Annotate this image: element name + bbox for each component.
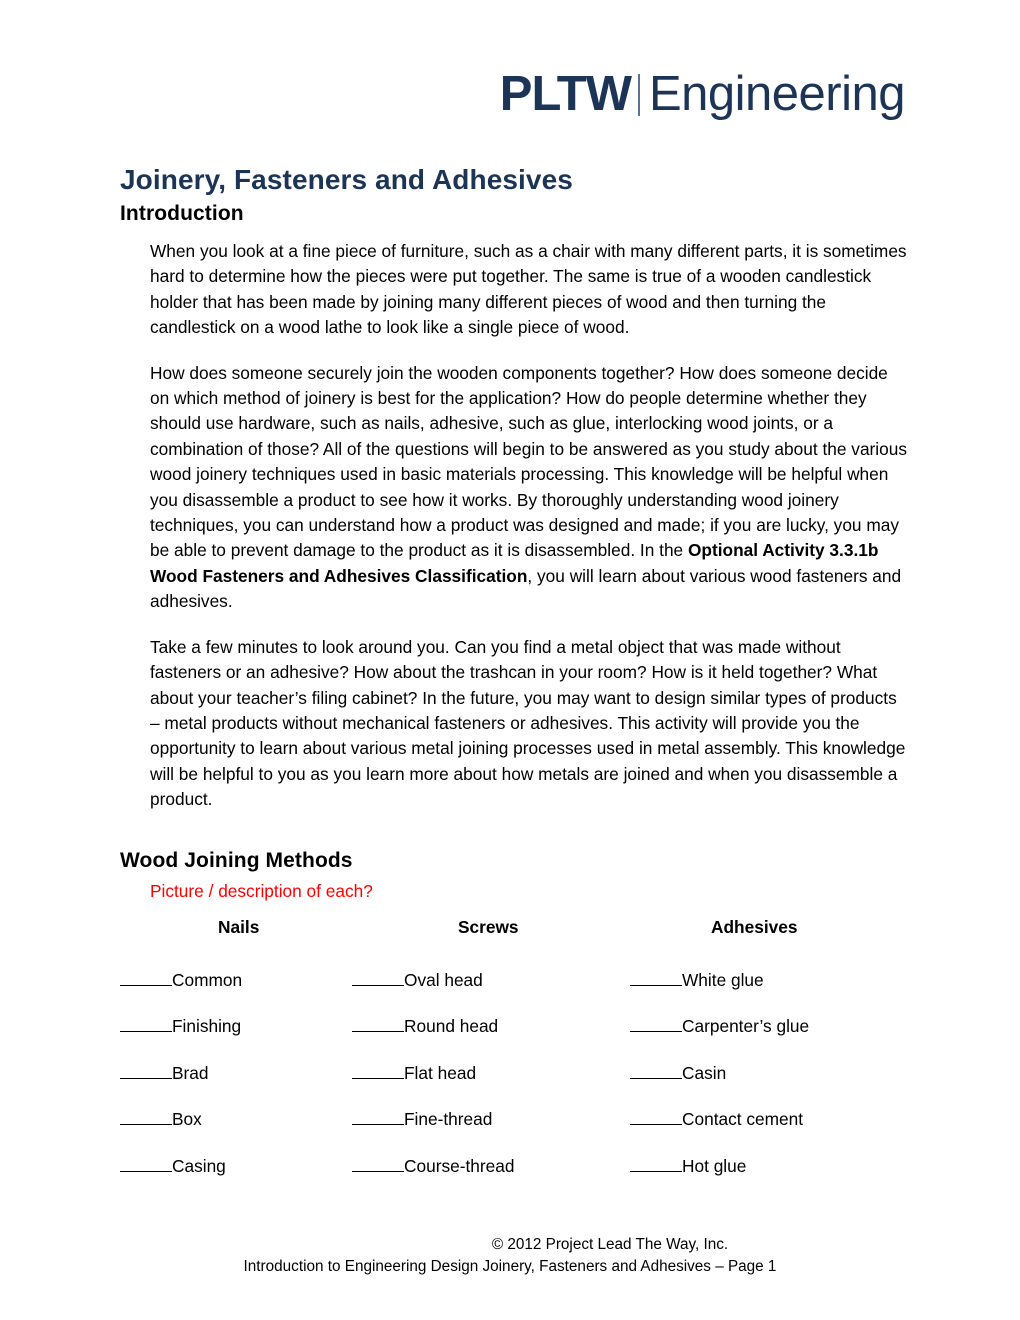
logo-divider (637, 73, 640, 116)
intro-paragraph-3: Take a few minutes to look around you. C… (150, 636, 906, 810)
answer-blank[interactable] (120, 1109, 172, 1126)
list-item[interactable]: Brad (120, 1062, 209, 1084)
list-item[interactable]: Finishing (120, 1015, 241, 1037)
answer-blank[interactable] (120, 970, 172, 986)
column-header-adhesives: Adhesives (711, 916, 798, 937)
list-item-label: Round head (404, 1016, 499, 1037)
list-item-label: Flat head (404, 1062, 477, 1083)
answer-blank[interactable] (630, 970, 682, 986)
list-item[interactable]: Fine-thread (352, 1108, 492, 1130)
table-row: Box Fine-thread Contact cement (120, 1108, 910, 1155)
answer-blank[interactable] (120, 1156, 172, 1172)
list-item-label: Hot glue (682, 1155, 747, 1176)
wood-joining-note: Picture / description of each? (150, 880, 373, 901)
intro-paragraph-2: How does someone securely join the woode… (120, 361, 910, 615)
answer-blank[interactable] (352, 1156, 404, 1172)
column-header-nails: Nails (218, 916, 260, 937)
column-header-screws: Screws (458, 916, 519, 937)
list-item-label: Casing (172, 1155, 226, 1176)
list-item[interactable]: Course-thread (352, 1155, 514, 1177)
list-item[interactable]: Oval head (352, 969, 483, 991)
intro-paragraph-1: When you look at a fine piece of furnitu… (150, 241, 907, 338)
list-item[interactable]: Round head (352, 1015, 498, 1037)
list-item[interactable]: Hot glue (630, 1155, 746, 1177)
list-item-label: Box (172, 1109, 202, 1130)
page-title: Joinery, Fasteners and Adhesives (120, 163, 573, 195)
section-heading-wood-joining-methods: Wood Joining Methods (120, 848, 353, 872)
answer-blank[interactable] (630, 1109, 682, 1126)
answer-blank[interactable] (630, 1063, 682, 1079)
document-body: Introduction When you look at a fine pie… (120, 202, 910, 1201)
list-item[interactable]: Contact cement (630, 1108, 803, 1130)
table-row: Finishing Round head Carpenter’s glue (120, 1015, 910, 1062)
table-row: Brad Flat head Casin (120, 1062, 910, 1109)
list-item-label: Finishing (172, 1016, 242, 1037)
fastener-column-headers: Nails Screws Adhesives (120, 917, 910, 947)
footer-copyright: © 2012 Project Lead The Way, Inc. (491, 1236, 729, 1253)
table-row: Common Oval head White glue (120, 969, 910, 1016)
logo-pltw-text: PLTW (499, 67, 632, 121)
answer-blank[interactable] (120, 1063, 172, 1079)
list-item-label: Course-thread (404, 1155, 515, 1176)
answer-blank[interactable] (352, 1016, 404, 1033)
list-item[interactable]: Casin (630, 1062, 726, 1084)
list-item[interactable]: Box (120, 1108, 202, 1130)
answer-blank[interactable] (120, 1016, 172, 1033)
list-item-label: White glue (682, 969, 764, 990)
list-item-label: Oval head (404, 969, 483, 990)
answer-blank[interactable] (352, 1063, 404, 1079)
fastener-list-grid: Common Oval head White glue Finishing Ro… (120, 969, 910, 1202)
list-item[interactable]: Flat head (352, 1062, 476, 1084)
answer-blank[interactable] (352, 970, 404, 986)
list-item-label: Carpenter’s glue (682, 1016, 810, 1037)
table-row: Casing Course-thread Hot glue (120, 1155, 910, 1202)
logo-engineering-text: Engineering (648, 67, 906, 121)
list-item[interactable]: Casing (120, 1155, 226, 1177)
list-item[interactable]: Carpenter’s glue (630, 1015, 809, 1037)
list-item[interactable]: White glue (630, 969, 764, 991)
list-item-label: Contact cement (682, 1109, 804, 1130)
pltw-engineering-logo: PLTW Engineering (499, 67, 906, 121)
answer-blank[interactable] (630, 1156, 682, 1172)
list-item-label: Fine-thread (404, 1109, 493, 1130)
answer-blank[interactable] (630, 1016, 682, 1033)
list-item-label: Common (172, 969, 243, 990)
intro-paragraph-2-text-a: How does someone securely join the woode… (150, 362, 908, 561)
list-item[interactable]: Common (120, 969, 242, 991)
list-item-label: Brad (172, 1062, 209, 1083)
list-item-label: Casin (682, 1062, 727, 1083)
section-heading-introduction: Introduction (120, 202, 244, 225)
footer-page-line: Introduction to Engineering Design Joine… (243, 1258, 777, 1275)
answer-blank[interactable] (352, 1109, 404, 1126)
page-footer: © 2012 Project Lead The Way, Inc. Introd… (0, 1234, 1020, 1278)
